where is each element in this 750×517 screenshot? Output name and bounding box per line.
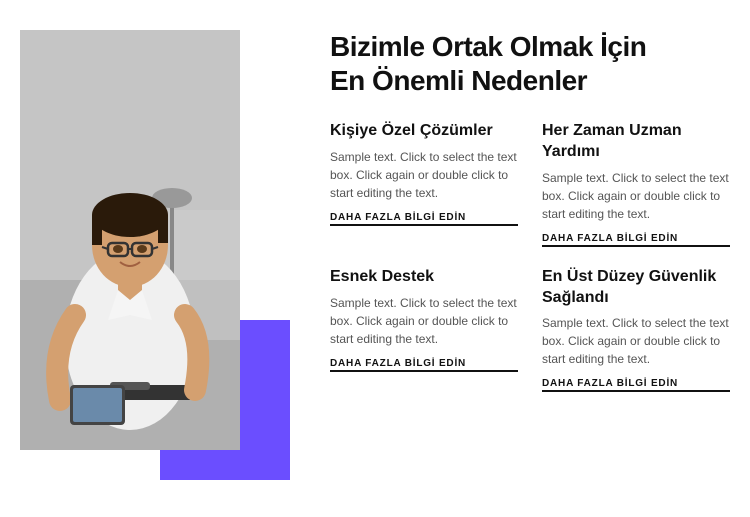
feature-link-1[interactable]: DAHA FAZLA BİLGİ EDİN [330,212,518,226]
person-illustration [20,30,240,450]
feature-item-4: En Üst Düzey Güvenlik Sağlandı Sample te… [542,267,730,393]
right-panel: Bizimle Ortak Olmak İçin En Önemli Neden… [330,30,730,487]
feature-text-3: Sample text. Click to select the text bo… [330,294,518,348]
feature-link-2[interactable]: DAHA FAZLA BİLGİ EDİN [542,233,730,247]
feature-text-4: Sample text. Click to select the text bo… [542,314,730,368]
page-container: Bizimle Ortak Olmak İçin En Önemli Neden… [0,0,750,517]
feature-link-3[interactable]: DAHA FAZLA BİLGİ EDİN [330,358,518,372]
left-panel [20,30,300,487]
features-grid: Kişiye Özel Çözümler Sample text. Click … [330,121,730,392]
feature-title-2: Her Zaman Uzman Yardımı [542,121,730,163]
feature-text-2: Sample text. Click to select the text bo… [542,169,730,223]
feature-item-2: Her Zaman Uzman Yardımı Sample text. Cli… [542,121,730,247]
feature-item-3: Esnek Destek Sample text. Click to selec… [330,267,518,393]
feature-item-1: Kişiye Özel Çözümler Sample text. Click … [330,121,518,247]
main-title: Bizimle Ortak Olmak İçin En Önemli Neden… [330,30,730,97]
feature-title-3: Esnek Destek [330,267,518,288]
feature-text-1: Sample text. Click to select the text bo… [330,148,518,202]
person-photo [20,30,240,450]
feature-title-1: Kişiye Özel Çözümler [330,121,518,142]
feature-title-4: En Üst Düzey Güvenlik Sağlandı [542,267,730,309]
image-wrapper [20,30,260,470]
feature-link-4[interactable]: DAHA FAZLA BİLGİ EDİN [542,378,730,392]
